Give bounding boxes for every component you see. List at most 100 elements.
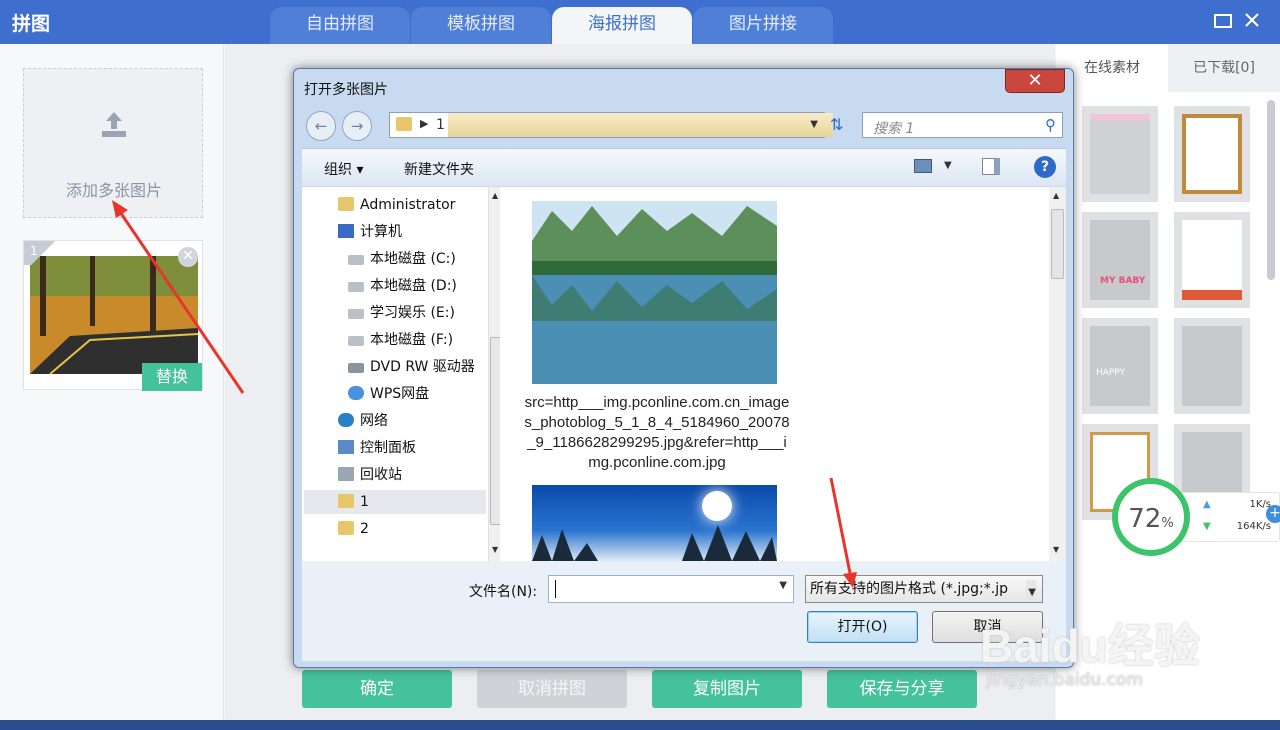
tree-item-label: 回收站 (360, 467, 402, 483)
tree-item-drive-e[interactable]: 学习娱乐 (E:) (348, 301, 455, 325)
help-icon[interactable]: ? (1034, 156, 1056, 178)
file-caption: src=http___img.pconline.com.cn_images_ph… (524, 394, 790, 471)
tree-item-drive-c[interactable]: 本地磁盘 (C:) (348, 247, 456, 271)
image-thumbnail[interactable]: 1 ✕ 替换 (23, 240, 203, 391)
close-icon[interactable] (1244, 10, 1260, 32)
folder-icon (396, 117, 412, 131)
maximize-icon[interactable] (1214, 10, 1232, 32)
file-scrollbar[interactable]: ▲ ▼ (1049, 187, 1066, 561)
template-thumbnail[interactable] (1174, 212, 1250, 308)
tree-item-label: 本地磁盘 (D:) (370, 278, 457, 294)
download-arrow-icon: ▼ (1203, 521, 1211, 532)
tree-item-administrator[interactable]: Administrator (338, 193, 455, 217)
forward-icon[interactable]: → (342, 111, 372, 141)
breadcrumb-arrow-icon: ▶ (420, 117, 429, 130)
tree-item-label: 学习娱乐 (E:) (370, 305, 455, 321)
tab-poster-collage[interactable]: 海报拼图 (552, 7, 692, 44)
template-thumbnail[interactable]: MY BABY (1082, 212, 1158, 308)
tab-image-join[interactable]: 图片拼接 (693, 7, 833, 44)
filename-label: 文件名(N): (469, 584, 538, 600)
address-bar[interactable]: ▶ 1 ▼ (389, 112, 833, 138)
add-images-button[interactable]: 添加多张图片 (23, 68, 203, 218)
view-icon[interactable] (914, 159, 932, 173)
text-caret (555, 580, 556, 598)
search-icon[interactable]: ⚲ (1045, 116, 1056, 134)
preview-pane-icon[interactable] (982, 158, 1000, 175)
tree-item-dvd[interactable]: DVD RW 驱动器 (348, 355, 486, 379)
watermark-sub: jingyan.baidu.com (986, 670, 1143, 690)
folder-icon (338, 494, 354, 508)
tree-item-label: 网络 (360, 413, 388, 429)
confirm-button[interactable]: 确定 (302, 670, 452, 708)
template-thumbnail[interactable] (1174, 318, 1250, 414)
organize-menu[interactable]: 组织 ▾ (324, 159, 363, 179)
tree-item-label: Administrator (360, 197, 456, 213)
tab-template-collage[interactable]: 模板拼图 (411, 7, 551, 44)
tree-item-control-panel[interactable]: 控制面板 (338, 436, 416, 460)
open-button[interactable]: 打开(O) (807, 611, 918, 643)
thumbnail-number: 1 (24, 241, 62, 265)
scroll-down-icon: ▼ (1053, 545, 1060, 554)
filename-dropdown-icon[interactable]: ▼ (779, 580, 787, 591)
tree-item-label: 2 (360, 521, 369, 537)
tree-item-label: 计算机 (360, 224, 402, 240)
view-dropdown-icon[interactable]: ▼ (944, 160, 952, 171)
scroll-up-icon: ▲ (492, 191, 499, 200)
snow-photo-thumbnail[interactable] (532, 485, 777, 561)
template-thumbnail[interactable] (1174, 106, 1250, 202)
dvd-icon (348, 363, 364, 373)
computer-icon (338, 224, 354, 238)
tree-item-recycle-bin[interactable]: 回收站 (338, 463, 402, 487)
tree-item-network[interactable]: 网络 (338, 409, 388, 433)
plus-icon[interactable]: + (1266, 505, 1280, 523)
tree-item-folder-2[interactable]: 2 (338, 517, 369, 541)
tree-item-folder-1[interactable]: 1 (304, 490, 486, 514)
watermark: Baidu经验 jingyan.baidu.com (980, 600, 1240, 700)
tab-downloaded[interactable]: 已下载[0] (1168, 44, 1280, 92)
filename-input[interactable]: ▼ (548, 575, 794, 603)
recycle-bin-icon (338, 467, 354, 481)
save-share-button[interactable]: 保存与分享 (827, 670, 977, 708)
tree-item-computer[interactable]: 计算机 (338, 220, 402, 244)
tree-item-drive-d[interactable]: 本地磁盘 (D:) (348, 274, 457, 298)
file-scroll-thumb[interactable] (1051, 209, 1064, 279)
app-title: 拼图 (12, 13, 51, 35)
filetype-value: 所有支持的图片格式 (*.jpg;*.jp (810, 581, 1008, 597)
scroll-up-icon: ▲ (1053, 191, 1060, 200)
upload-icon (98, 109, 130, 141)
tree-item-wps-cloud[interactable]: WPS网盘 (348, 382, 429, 406)
autumn-road-photo (30, 256, 198, 374)
address-dropdown-icon[interactable]: ▼ (810, 119, 818, 130)
new-folder-button[interactable]: 新建文件夹 (404, 159, 474, 179)
tree-item-drive-f[interactable]: 本地磁盘 (F:) (348, 328, 453, 352)
filetype-select[interactable]: 所有支持的图片格式 (*.jpg;*.jp ▼ (805, 575, 1043, 603)
cancel-collage-button[interactable]: 取消拼图 (477, 670, 627, 708)
tree-item-label: 本地磁盘 (C:) (370, 251, 456, 267)
template-thumbnail[interactable] (1082, 106, 1158, 202)
dialog-title: 打开多张图片 (304, 82, 388, 98)
tree-item-label: WPS网盘 (370, 386, 430, 402)
folder-tree: Administrator 计算机 本地磁盘 (C:) 本地磁盘 (D:) 学习… (302, 187, 505, 561)
drive-icon (348, 336, 364, 346)
memory-percent-circle[interactable]: 72% (1112, 478, 1190, 556)
address-highlight (448, 113, 833, 137)
remove-image-icon[interactable]: ✕ (178, 247, 198, 267)
watermark-main: Baidu经验 (980, 620, 1200, 672)
template-thumbnail[interactable]: HAPPY (1082, 318, 1158, 414)
landscape-photo-thumbnail[interactable] (532, 201, 777, 384)
copy-image-button[interactable]: 复制图片 (652, 670, 802, 708)
tab-free-collage[interactable]: 自由拼图 (270, 7, 410, 44)
search-placeholder: 搜索 1 (873, 121, 915, 137)
back-icon[interactable]: ← (306, 111, 336, 141)
search-input[interactable]: 搜索 1 ⚲ (862, 112, 1063, 138)
dialog-close-button[interactable]: ✕ (1005, 69, 1065, 93)
add-images-label: 添加多张图片 (65, 181, 162, 200)
replace-button[interactable]: 替换 (142, 363, 202, 391)
drive-icon (348, 255, 364, 265)
drive-icon (348, 282, 364, 292)
template-scrollbar[interactable] (1267, 100, 1275, 280)
refresh-icon[interactable]: ⇅ (830, 115, 843, 134)
user-folder-icon (338, 197, 354, 211)
left-panel: 添加多张图片 1 ✕ 替换 (0, 44, 224, 730)
control-panel-icon (338, 440, 354, 454)
